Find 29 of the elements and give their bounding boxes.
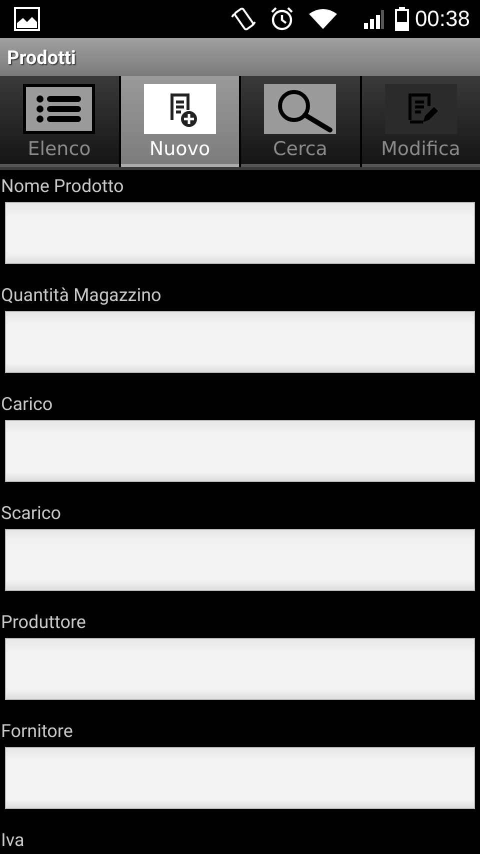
field-label: Scarico: [0, 503, 62, 525]
app-title: Prodotti: [7, 46, 76, 68]
input-field[interactable]: [5, 747, 475, 809]
input-field[interactable]: [5, 311, 475, 373]
field-label: Carico: [0, 394, 54, 416]
tab[interactable]: Modifica: [362, 76, 480, 167]
field-label: Nome Prodotto: [0, 176, 125, 198]
signal-icon: [362, 8, 385, 30]
tab[interactable]: Cerca: [241, 76, 360, 167]
wifi-icon: [308, 8, 337, 30]
vibrate-icon: [230, 6, 257, 32]
add-document-icon: [144, 84, 216, 134]
field-label: Iva: [0, 830, 26, 852]
field-label: Fornitore: [0, 721, 74, 743]
search-icon: [264, 84, 336, 134]
edit-document-icon: [384, 84, 457, 134]
input-field[interactable]: [5, 529, 475, 591]
field-label: Quantità Magazzino: [0, 285, 162, 307]
alarm-icon: [268, 6, 295, 32]
clock-time: 00:38: [414, 6, 470, 32]
input-field[interactable]: [5, 420, 475, 482]
tab[interactable]: Nuovo: [120, 76, 239, 167]
input-field[interactable]: [5, 638, 475, 700]
gallery-icon: [14, 7, 40, 31]
battery-icon: [394, 7, 409, 31]
list-icon: [23, 84, 96, 134]
field-label: Produttore: [0, 612, 87, 634]
tab[interactable]: Elenco: [0, 76, 118, 167]
input-field[interactable]: [5, 202, 475, 264]
